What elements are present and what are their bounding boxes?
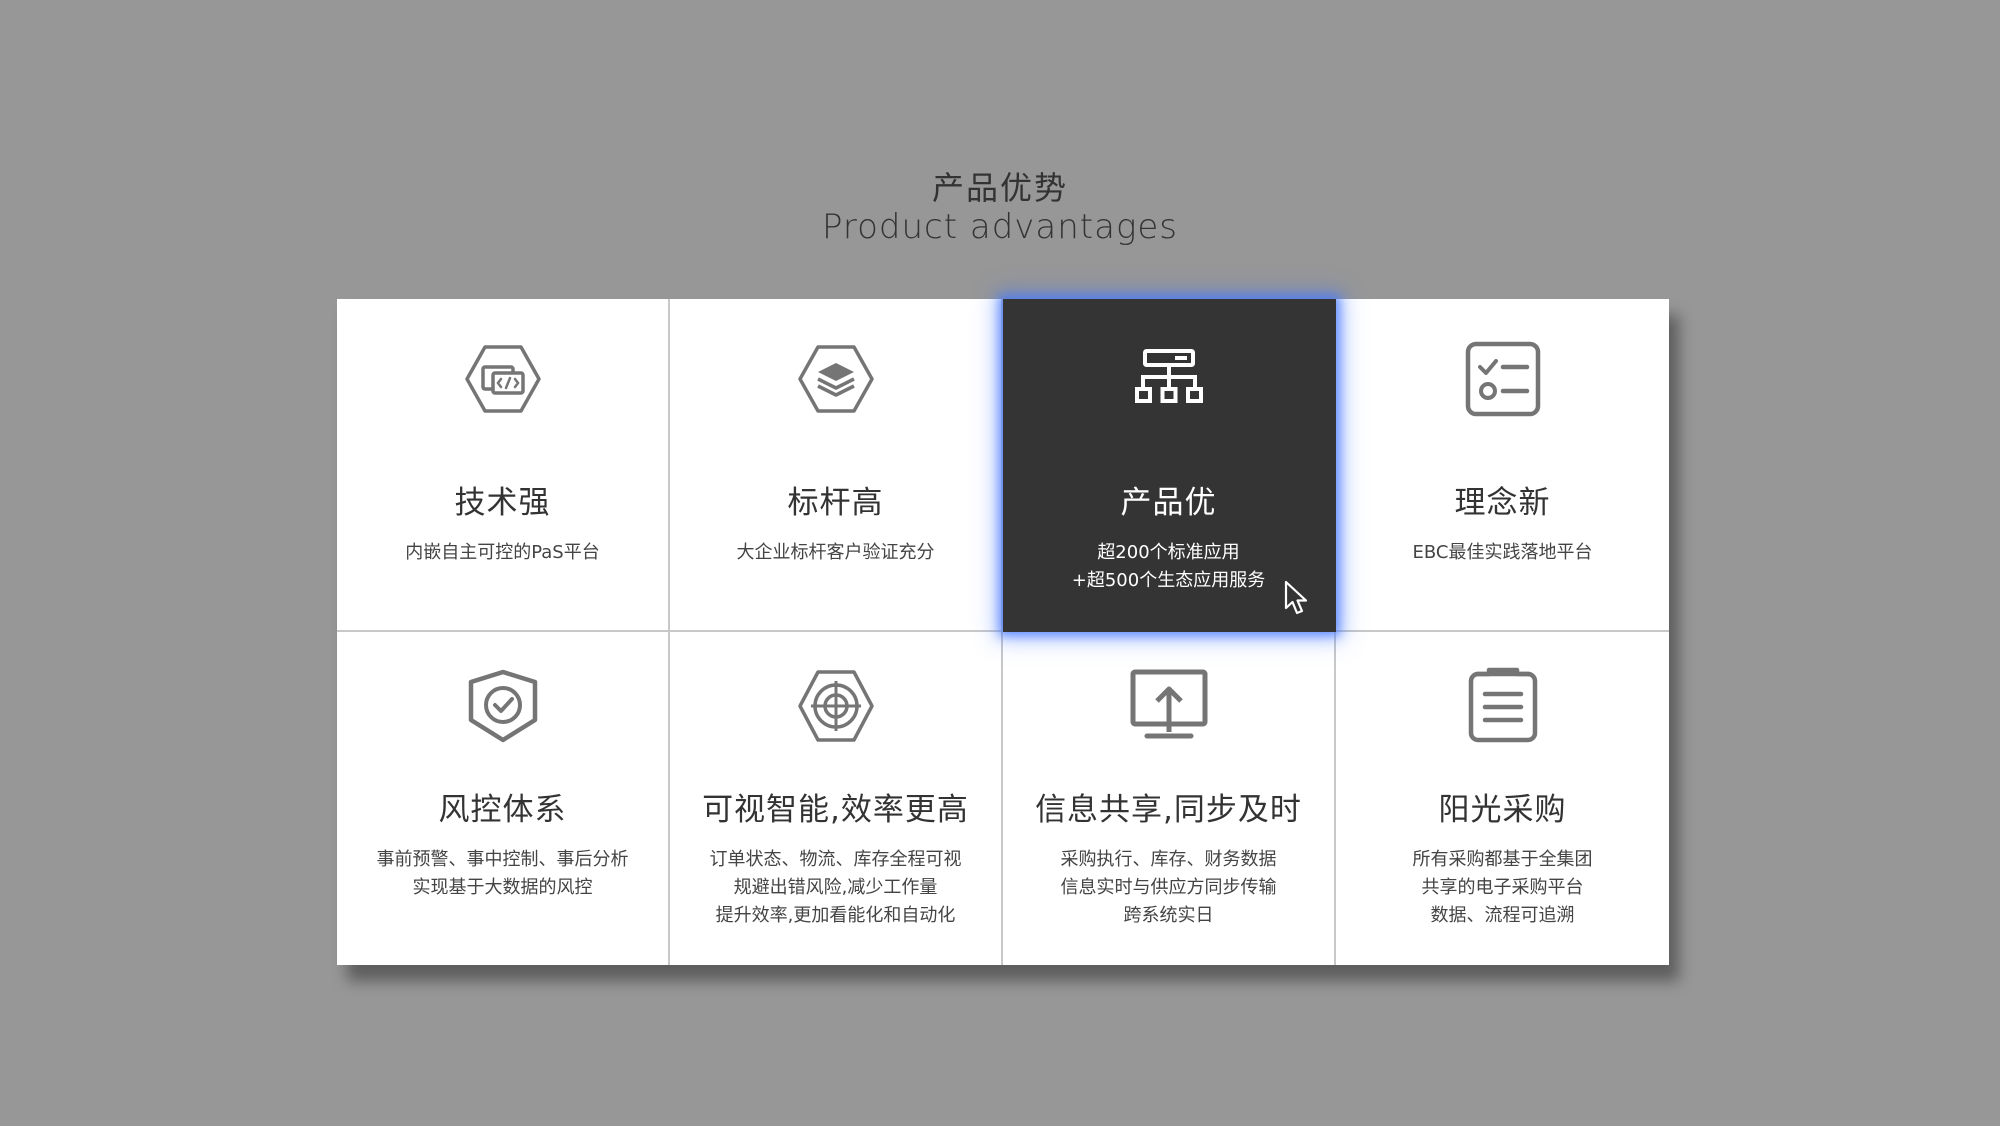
advantage-card-concept[interactable]: 理念新 EBC最佳实践落地平台	[1336, 299, 1669, 632]
advantage-card-tech[interactable]: 技术强 内嵌自主可控的PaS平台	[337, 299, 670, 632]
code-window-hexagon-icon	[464, 345, 541, 413]
card-title: 风控体系	[438, 792, 567, 828]
card-title: 可视智能,效率更高	[702, 792, 969, 828]
advantage-card-risk-control[interactable]: 风控体系 事前预警、事中控制、事后分析 实现基于大数据的风控	[337, 632, 670, 965]
card-description: 事前预警、事中控制、事后分析 实现基于大数据的风控	[376, 849, 629, 898]
card-description: 大企业标杆客户验证充分	[736, 542, 935, 563]
card-title: 阳光采购	[1438, 792, 1567, 828]
card-title: 标杆高	[787, 485, 884, 521]
card-description: 所有采购都基于全集团 共享的电子采购平台 数据、流程可追溯	[1412, 849, 1593, 926]
network-hierarchy-icon	[1134, 349, 1203, 403]
card-title: 产品优	[1120, 485, 1217, 521]
section-title-en: Product advantages	[821, 207, 1179, 247]
checklist-icon	[1465, 341, 1540, 417]
card-description: 内嵌自主可控的PaS平台	[405, 542, 600, 563]
layers-hexagon-icon	[797, 345, 874, 413]
card-description: EBC最佳实践落地平台	[1412, 542, 1593, 563]
target-hexagon-icon	[797, 670, 874, 742]
advantage-card-benchmark[interactable]: 标杆高 大企业标杆客户验证充分	[670, 299, 1003, 632]
card-title: 理念新	[1454, 485, 1551, 521]
monitor-upload-icon	[1130, 669, 1207, 739]
card-title: 信息共享,同步及时	[1035, 792, 1302, 828]
shield-check-icon	[468, 669, 537, 743]
mouse-pointer-icon	[1284, 580, 1308, 615]
section-title-cn: 产品优势	[931, 169, 1068, 207]
advantage-card-info-sharing[interactable]: 信息共享,同步及时 采购执行、库存、财务数据 信息实时与供应方同步传输 跨系统实…	[1003, 632, 1336, 965]
advantage-card-sunshine-procurement[interactable]: 阳光采购 所有采购都基于全集团 共享的电子采购平台 数据、流程可追溯	[1336, 632, 1669, 965]
card-title: 技术强	[454, 485, 551, 521]
advantage-card-visual-intelligence[interactable]: 可视智能,效率更高 订单状态、物流、库存全程可视 规避出错风险,减少工作量 提升…	[670, 632, 1003, 965]
card-description: 采购执行、库存、财务数据 信息实时与供应方同步传输 跨系统实日	[1060, 849, 1277, 926]
card-description: 订单状态、物流、库存全程可视 规避出错风险,减少工作量 提升效率,更加看能化和自…	[709, 849, 962, 926]
advantages-grid: 技术强 内嵌自主可控的PaS平台 标杆高 大企业标杆客户验证充分 产品优 超20…	[337, 299, 1669, 965]
document-list-icon	[1468, 667, 1537, 743]
